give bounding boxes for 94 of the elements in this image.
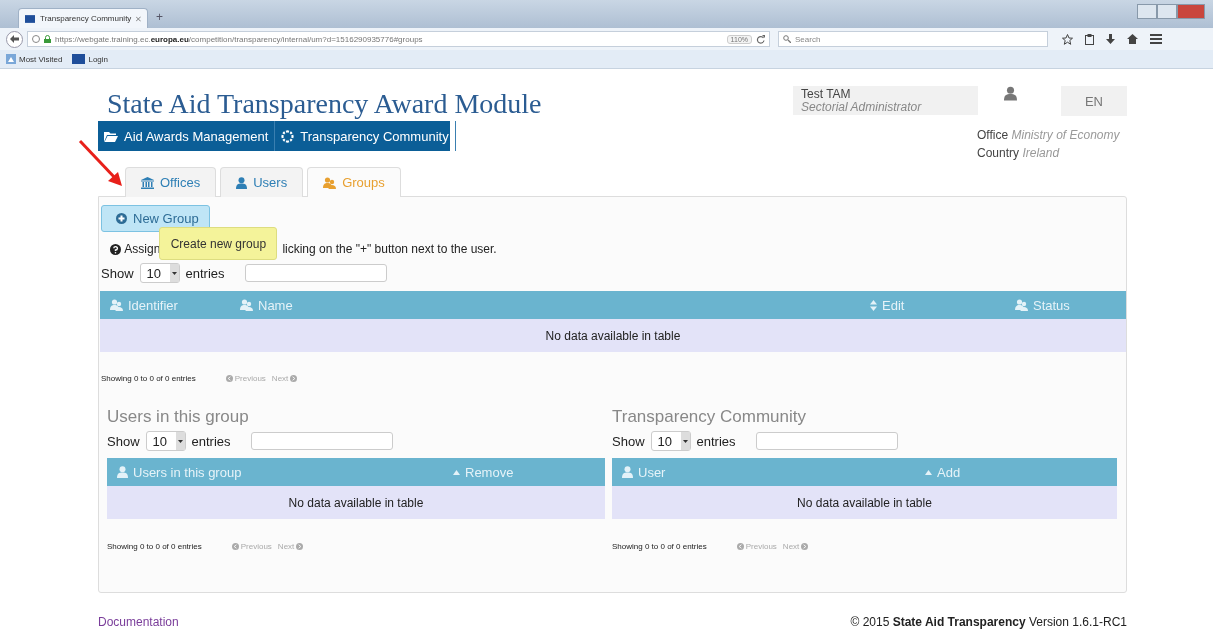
tab-title: Transparency Community xyxy=(40,14,132,23)
new-tab-button[interactable]: + xyxy=(156,10,163,24)
user-icon xyxy=(236,176,248,189)
column-header[interactable]: Status xyxy=(1005,297,1126,313)
tab[interactable]: Users xyxy=(220,167,304,197)
column-header[interactable]: Remove xyxy=(443,464,605,480)
copyright-text: © 2015 State Aid Transparency Version 1.6.1-RC1 xyxy=(850,615,1127,629)
search-placeholder: Search xyxy=(795,34,821,44)
column-header[interactable]: User xyxy=(612,464,915,480)
plus-circle-icon xyxy=(116,213,127,224)
search-field[interactable]: Search xyxy=(778,31,1048,47)
flag-icon xyxy=(25,13,36,24)
nav-link[interactable]: Transparency Community xyxy=(275,121,456,151)
lifebuoy-icon xyxy=(281,129,295,143)
tab[interactable]: Groups xyxy=(307,167,401,197)
caret-icon xyxy=(682,439,688,443)
table-summary: Showing 0 to 0 of 0 entries xyxy=(612,541,707,551)
filter-field[interactable] xyxy=(244,264,387,282)
column-header[interactable]: Name xyxy=(230,297,860,313)
reload-icon[interactable] xyxy=(756,34,765,44)
help-text: licking on the "+" button next to the user. xyxy=(282,242,497,256)
users-icon xyxy=(240,299,253,311)
column-header[interactable]: Edit xyxy=(860,297,1005,313)
tooltip: Create new group xyxy=(159,227,278,260)
back-button[interactable] xyxy=(6,30,23,48)
empty-message: No data available in table xyxy=(797,495,932,510)
country-value: Ireland xyxy=(1022,146,1060,160)
bookmarks-icon xyxy=(6,54,16,64)
user-icon xyxy=(117,466,128,478)
page-size-select[interactable]: 10 xyxy=(139,263,180,283)
entries-label: entries xyxy=(185,265,225,281)
column-header[interactable]: Identifier xyxy=(100,297,230,313)
caret-icon xyxy=(171,271,177,275)
help-icon xyxy=(110,243,121,255)
table-summary: Showing 0 to 0 of 0 entries xyxy=(101,373,196,383)
empty-message: No data available in table xyxy=(545,328,681,343)
info-icon xyxy=(32,35,40,43)
bank-icon xyxy=(141,176,154,189)
section-heading: Transparency Community xyxy=(612,406,807,428)
page-size-select[interactable]: 10 xyxy=(650,431,691,451)
right-arrow-icon xyxy=(290,374,298,382)
left-arrow-icon xyxy=(736,542,744,550)
sort-icon xyxy=(925,469,932,475)
flag-icon xyxy=(72,54,86,64)
sort-icon xyxy=(453,469,460,475)
user-role: Sectorial Administrator xyxy=(801,99,922,114)
user-icon xyxy=(622,466,633,478)
language-button[interactable]: EN xyxy=(1060,86,1127,116)
nav-link[interactable]: Aid Awards Management xyxy=(98,121,276,151)
search-icon xyxy=(783,35,791,43)
entries-label: entries xyxy=(696,433,736,449)
left-arrow-icon xyxy=(231,542,239,550)
entries-label: entries xyxy=(191,433,231,449)
menu-icon[interactable] xyxy=(1150,34,1162,44)
documentation-link[interactable]: Documentation xyxy=(98,615,179,629)
section-heading: Users in this group xyxy=(107,406,250,428)
left-arrow-icon xyxy=(225,374,233,382)
column-header[interactable]: Add xyxy=(915,464,1117,480)
page-size-select[interactable]: 10 xyxy=(145,431,186,451)
filter-field[interactable] xyxy=(755,432,898,450)
right-arrow-icon xyxy=(296,542,304,550)
filter-field[interactable] xyxy=(250,432,393,450)
bookmark-link[interactable]: Most Visited xyxy=(6,54,63,64)
column-header[interactable]: Users in this group xyxy=(107,464,443,480)
show-label: Show xyxy=(612,433,645,449)
close-icon[interactable] xyxy=(136,15,141,22)
show-label: Show xyxy=(107,433,140,449)
user-icon xyxy=(1004,86,1018,101)
users-icon xyxy=(323,176,337,189)
download-icon[interactable] xyxy=(1106,33,1115,45)
star-icon[interactable] xyxy=(1062,33,1073,45)
bookmark-link[interactable]: Login xyxy=(72,54,108,64)
caret-icon xyxy=(177,439,183,443)
url-text: https://webgate.training.ec.europa.eu/competition/transparency/internal/um?d=1516290935776#groups xyxy=(55,34,424,44)
folder-icon xyxy=(104,130,118,142)
country-label: Country xyxy=(977,146,1020,160)
back-arrow-icon xyxy=(10,35,19,43)
office-value: Ministry of Economy xyxy=(1011,128,1120,142)
user-name: Test TAM xyxy=(801,87,852,101)
empty-message: No data available in table xyxy=(288,495,424,510)
users-icon xyxy=(1015,299,1028,311)
new-group-button[interactable]: New Group xyxy=(101,205,210,232)
page-title: State Aid Transparency Award Module xyxy=(107,87,542,121)
clipboard-icon[interactable] xyxy=(1085,33,1094,45)
right-arrow-icon xyxy=(801,542,809,550)
show-label: Show xyxy=(101,265,134,281)
home-icon[interactable] xyxy=(1127,34,1138,44)
lock-icon xyxy=(44,35,51,43)
users-icon xyxy=(110,299,123,311)
office-label: Office xyxy=(977,128,1009,142)
sort-icon xyxy=(870,299,877,311)
browser-tab[interactable]: Transparency Community xyxy=(18,8,148,28)
table-summary: Showing 0 to 0 of 0 entries xyxy=(107,541,202,551)
tab[interactable]: Offices xyxy=(125,167,217,197)
